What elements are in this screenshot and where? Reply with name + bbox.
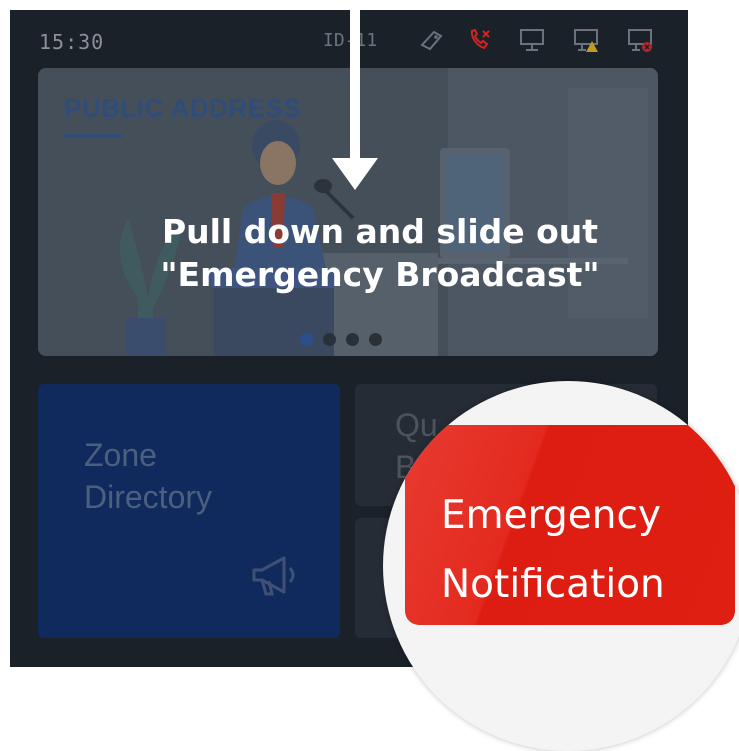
emergency-label-line1: Emergency bbox=[441, 493, 661, 538]
emergency-notification-label: Emergency Notification bbox=[441, 481, 665, 619]
clock: 15:30 bbox=[39, 30, 105, 54]
carousel-dot-3[interactable] bbox=[346, 333, 359, 346]
zone-directory-tile[interactable]: Zone Directory bbox=[38, 384, 340, 638]
title-underline bbox=[64, 134, 122, 138]
banner-title: PUBLIC ADDRESS bbox=[64, 93, 302, 123]
monitor-icon bbox=[520, 29, 544, 51]
magnifier-callout: Emergency Notification bbox=[383, 381, 739, 751]
carousel-dot-2[interactable] bbox=[323, 333, 336, 346]
monitor-error-icon bbox=[628, 29, 652, 52]
megaphone-icon bbox=[252, 556, 295, 596]
zone-label-line2: Directory bbox=[84, 479, 213, 515]
guide-instruction: Pull down and slide out "Emergency Broad… bbox=[130, 210, 630, 296]
guide-line1: Pull down and slide out bbox=[161, 212, 599, 251]
carousel-dot-1[interactable] bbox=[300, 333, 313, 346]
carousel-dot-4[interactable] bbox=[369, 333, 382, 346]
guide-line2: "Emergency Broadcast" bbox=[160, 255, 600, 294]
missed-call-icon bbox=[470, 28, 490, 50]
zone-label-line1: Zone bbox=[84, 437, 157, 473]
tag-icon bbox=[420, 30, 443, 51]
zone-directory-label: Zone Directory bbox=[84, 434, 304, 518]
carousel-dots bbox=[300, 333, 382, 346]
emergency-label-line2: Notification bbox=[441, 562, 665, 607]
emergency-notification-button[interactable]: Emergency Notification bbox=[405, 425, 735, 625]
monitor-warning-icon bbox=[574, 29, 598, 52]
pull-down-arrow-icon bbox=[332, 10, 378, 190]
